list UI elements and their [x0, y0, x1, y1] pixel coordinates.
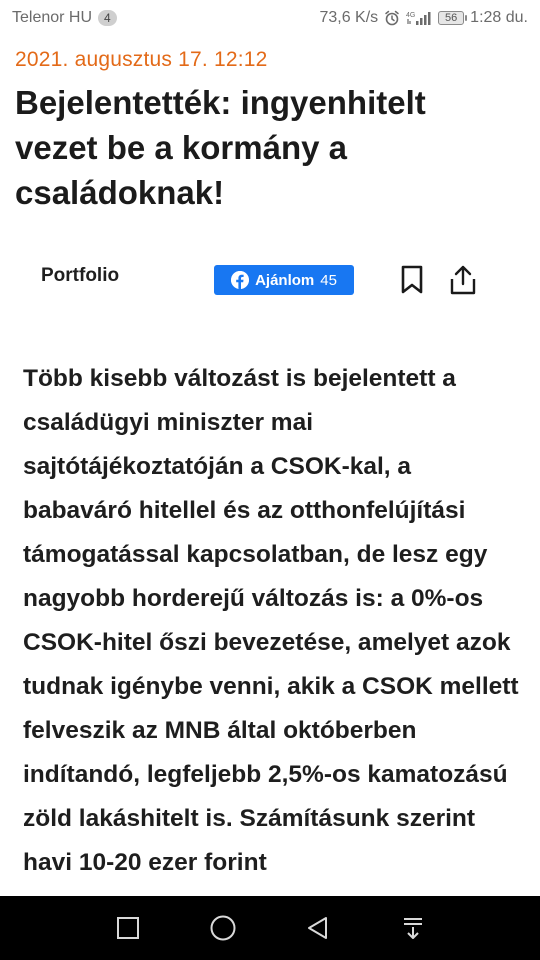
alarm-icon — [384, 10, 400, 26]
share-icon — [450, 265, 476, 295]
like-count: 45 — [320, 271, 337, 289]
network-speed: 73,6 K/s — [319, 9, 379, 26]
recent-apps-button[interactable] — [108, 908, 148, 948]
clock-time: 1:28 du. — [470, 9, 528, 26]
facebook-icon — [231, 271, 250, 289]
back-button[interactable] — [298, 908, 338, 948]
article-source[interactable]: Portfolio — [41, 265, 119, 287]
article-headline: Bejelentették: ingyenhitelt vezet be a k… — [15, 84, 426, 211]
share-button[interactable] — [448, 263, 478, 297]
home-button[interactable] — [203, 908, 243, 948]
square-icon — [116, 917, 139, 939]
network-type-label: 4G — [406, 12, 415, 19]
notification-count-badge: 4 — [98, 10, 117, 26]
status-bar-left: Telenor HU 4 — [0, 9, 117, 27]
status-bar-right: 73,6 K/s 4G 56 1:28 du. — [319, 9, 540, 27]
battery-indicator: 56 — [438, 11, 468, 25]
signal-icon: 4G — [406, 10, 432, 26]
system-navigation-bar — [0, 896, 540, 960]
facebook-like-button[interactable]: Ajánlom 45 — [214, 265, 354, 295]
circle-icon — [210, 915, 235, 941]
article-lead: Több kisebb változást is bejelentett a c… — [23, 365, 519, 876]
like-label: Ajánlom — [255, 271, 315, 289]
status-bar: Telenor HU 4 73,6 K/s 4G 56 1:28 du. — [0, 0, 540, 36]
bookmark-icon — [401, 265, 423, 294]
screen: Telenor HU 4 73,6 K/s 4G 56 1:28 du. 202… — [0, 0, 540, 960]
carrier-name: Telenor HU — [12, 9, 93, 26]
article-date: 2021. augusztus 17. 12:12 — [15, 48, 268, 71]
pull-down-icon — [403, 918, 422, 939]
triangle-back-icon — [307, 917, 327, 939]
notification-pull-button[interactable] — [393, 908, 433, 948]
bookmark-button[interactable] — [398, 264, 426, 296]
